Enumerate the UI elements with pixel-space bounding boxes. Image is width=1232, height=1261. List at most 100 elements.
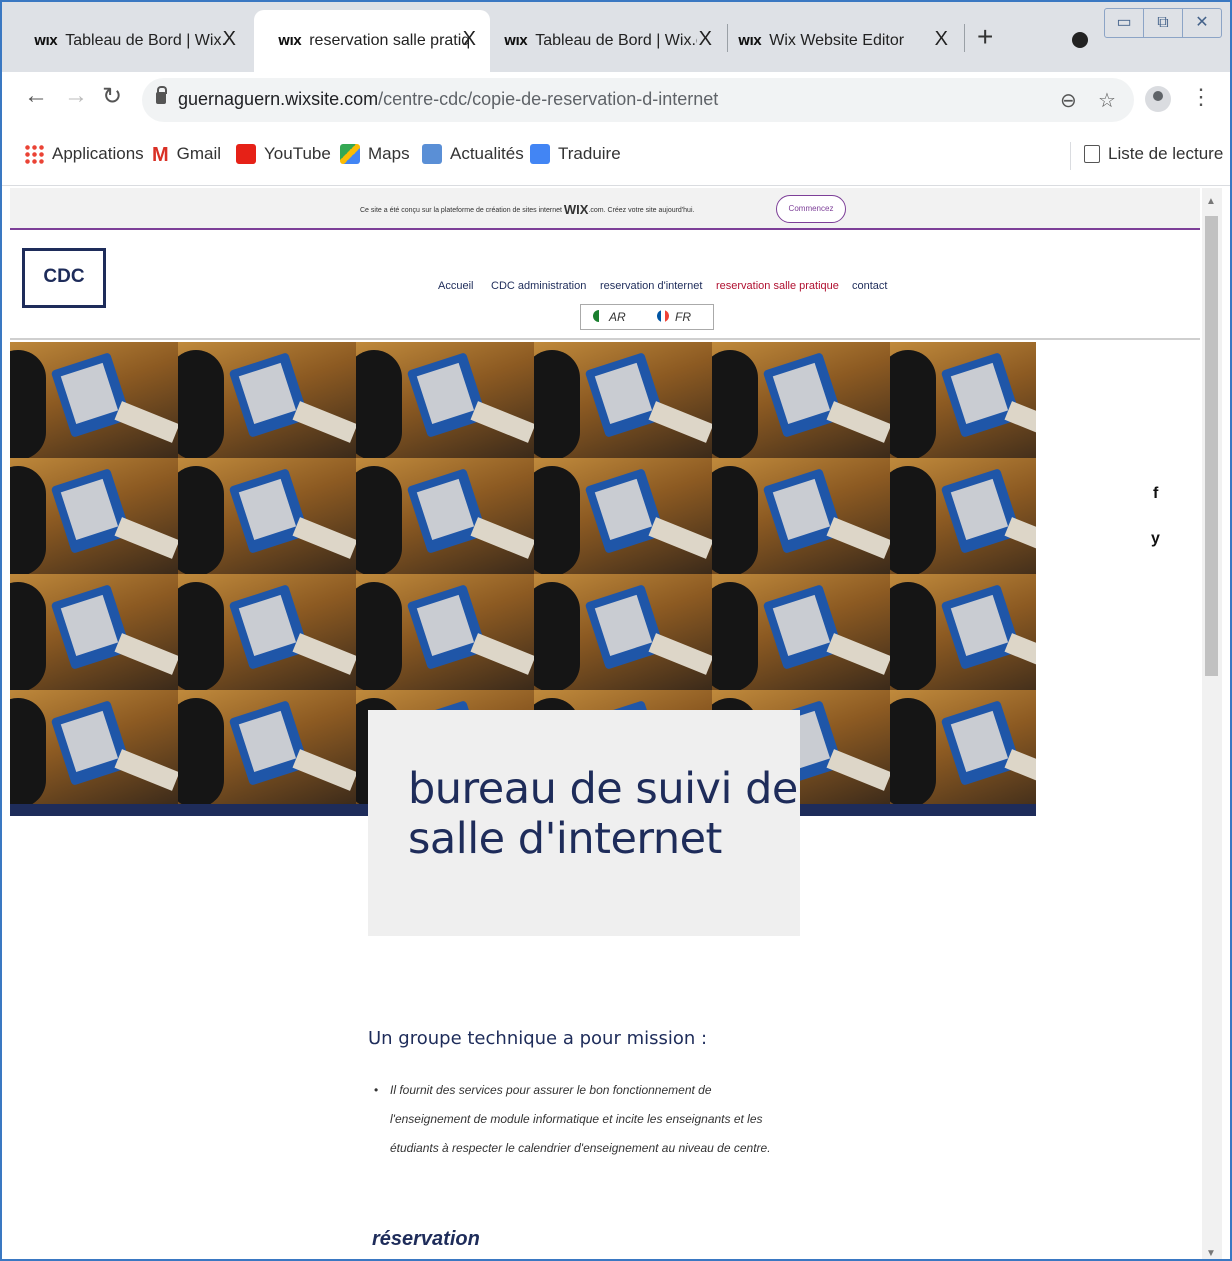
profile-icon[interactable]	[1072, 32, 1088, 48]
page-title: bureau de suivi de salle d'internet	[408, 764, 798, 864]
page-viewport: Ce site a été conçu sur la plateforme de…	[10, 188, 1200, 1259]
apps-grid-icon	[24, 144, 44, 164]
hero-tile	[712, 458, 890, 574]
scroll-up-icon[interactable]: ▲	[1206, 196, 1216, 207]
browser-toolbar: ← → ↻ guernaguern.wixsite.com/centre-cdc…	[2, 72, 1230, 128]
url-host: guernaguern.wixsite.com	[178, 89, 379, 109]
star-icon[interactable]: ☆	[1098, 88, 1116, 113]
tab-strip: WIX Tableau de Bord | Wix.com X WIX rese…	[2, 2, 1230, 72]
page-title-line1: bureau de suivi de	[408, 764, 798, 814]
reservation-heading: réservation	[372, 1228, 480, 1250]
language-selector: AR FR	[580, 304, 714, 330]
nav-contact[interactable]: contact	[852, 280, 887, 292]
forward-icon[interactable]: →	[64, 82, 88, 110]
bullet-icon: •	[374, 1083, 379, 1097]
maps-icon	[340, 144, 360, 164]
banner-text-after: .com. Créez votre site aujourd'hui.	[588, 207, 695, 214]
nav-reservation-internet[interactable]: reservation d'internet	[600, 280, 702, 292]
wix-icon: WIX	[504, 34, 528, 48]
nav-reservation-salle-pratique[interactable]: reservation salle pratique	[716, 280, 839, 292]
bookmark-label: Actualités	[450, 144, 524, 163]
account-avatar-icon[interactable]	[1145, 86, 1171, 112]
tab-tableau-de-bord-1[interactable]: WIX Tableau de Bord | Wix.com X	[10, 10, 250, 72]
hero-tile	[712, 342, 890, 458]
close-icon[interactable]: X	[463, 28, 476, 51]
hero-tile	[534, 458, 712, 574]
translate-icon	[530, 144, 550, 164]
minimize-button[interactable]: ▭	[1105, 9, 1144, 37]
tab-wix-website-editor[interactable]: WIX Wix Website Editor X	[714, 10, 962, 72]
mission-heading: Un groupe technique a pour mission :	[368, 1028, 708, 1049]
lock-icon	[156, 86, 167, 104]
tab-tableau-de-bord-2[interactable]: WIX Tableau de Bord | Wix.com X	[480, 10, 726, 72]
bookmark-gmail[interactable]: M Gmail	[152, 144, 221, 166]
close-icon[interactable]: X	[223, 28, 236, 51]
restore-button[interactable]: ⧉	[1144, 9, 1183, 37]
bookmark-label: Maps	[368, 144, 410, 163]
nav-cdc-administration[interactable]: CDC administration	[491, 280, 586, 292]
address-bar[interactable]: guernaguern.wixsite.com/centre-cdc/copie…	[142, 78, 1134, 122]
new-tab-button[interactable]: +	[977, 22, 993, 52]
hero-title-card: bureau de suivi de salle d'internet	[368, 710, 800, 936]
scroll-down-icon[interactable]: ▼	[1206, 1248, 1216, 1259]
hero-tile	[356, 574, 534, 690]
wix-icon: WIX	[34, 34, 58, 48]
hero-tile	[890, 458, 1036, 574]
hero-tile	[356, 458, 534, 574]
hero-tile	[10, 458, 178, 574]
reading-list-label: Liste de lecture	[1108, 144, 1224, 163]
page-title-line2: salle d'internet	[408, 814, 722, 864]
lang-fr[interactable]: FR	[675, 310, 691, 324]
bookmark-youtube[interactable]: YouTube	[236, 144, 331, 164]
close-icon[interactable]: X	[935, 28, 948, 51]
wix-icon: WIX	[738, 34, 762, 48]
twitter-icon[interactable]: y	[1151, 530, 1160, 548]
zoom-icon[interactable]: ⊖	[1060, 88, 1077, 113]
wix-icon: WIX	[278, 34, 302, 48]
hero-tile	[890, 574, 1036, 690]
bookmark-traduire[interactable]: Traduire	[530, 144, 621, 164]
tab-title: Tableau de Bord | Wix.com	[65, 32, 225, 49]
wix-banner: Ce site a été conçu sur la plateforme de…	[10, 188, 1200, 230]
tab-separator	[964, 24, 965, 52]
url-text: guernaguern.wixsite.com/centre-cdc/copie…	[178, 89, 718, 110]
bookmark-applications[interactable]: Applications	[24, 144, 144, 164]
wix-banner-text: Ce site a été conçu sur la plateforme de…	[360, 202, 694, 217]
hero-tile	[178, 342, 356, 458]
hero-tile	[10, 690, 178, 804]
close-window-button[interactable]: ✕	[1183, 9, 1221, 37]
banner-text-before: Ce site a été conçu sur la plateforme de…	[360, 207, 564, 214]
france-flag-icon	[657, 310, 669, 322]
url-path: /centre-cdc/copie-de-reservation-d-inter…	[378, 89, 719, 109]
bookmark-label: YouTube	[264, 144, 331, 163]
hero-tile	[534, 574, 712, 690]
hero-tile	[356, 342, 534, 458]
hero-tile	[10, 342, 178, 458]
nav-accueil[interactable]: Accueil	[438, 280, 473, 292]
tab-title: reservation salle pratique	[309, 32, 470, 49]
hero-tile	[10, 574, 178, 690]
bookmark-actualites[interactable]: Actualités	[422, 144, 524, 164]
hero-tile	[534, 342, 712, 458]
reading-list[interactable]: Liste de lecture	[1084, 144, 1223, 164]
close-icon[interactable]: X	[699, 28, 712, 51]
bookmark-maps[interactable]: Maps	[340, 144, 410, 164]
page-scrollbar[interactable]: ▲ ▼	[1202, 188, 1222, 1259]
scroll-thumb[interactable]	[1205, 216, 1218, 676]
hero-tile	[178, 690, 356, 804]
tab-reservation-salle-pratique[interactable]: WIX reservation salle pratique X	[254, 10, 490, 72]
facebook-icon[interactable]: f	[1153, 485, 1158, 503]
hero-tile	[890, 342, 1036, 458]
lang-ar[interactable]: AR	[609, 310, 626, 324]
menu-icon[interactable]: ⋮	[1190, 84, 1212, 110]
browser-window: WIX Tableau de Bord | Wix.com X WIX rese…	[0, 0, 1232, 1261]
commencez-button[interactable]: Commencez	[776, 195, 846, 223]
reading-list-icon	[1084, 145, 1100, 163]
site-logo[interactable]: CDC	[22, 248, 106, 308]
mission-bullet: Il fournit des services pour assurer le …	[390, 1083, 771, 1155]
back-icon[interactable]: ←	[24, 82, 48, 110]
reload-icon[interactable]: ↻	[102, 82, 122, 111]
hero-tile	[178, 574, 356, 690]
youtube-icon	[236, 144, 256, 164]
algeria-flag-icon	[593, 310, 605, 322]
